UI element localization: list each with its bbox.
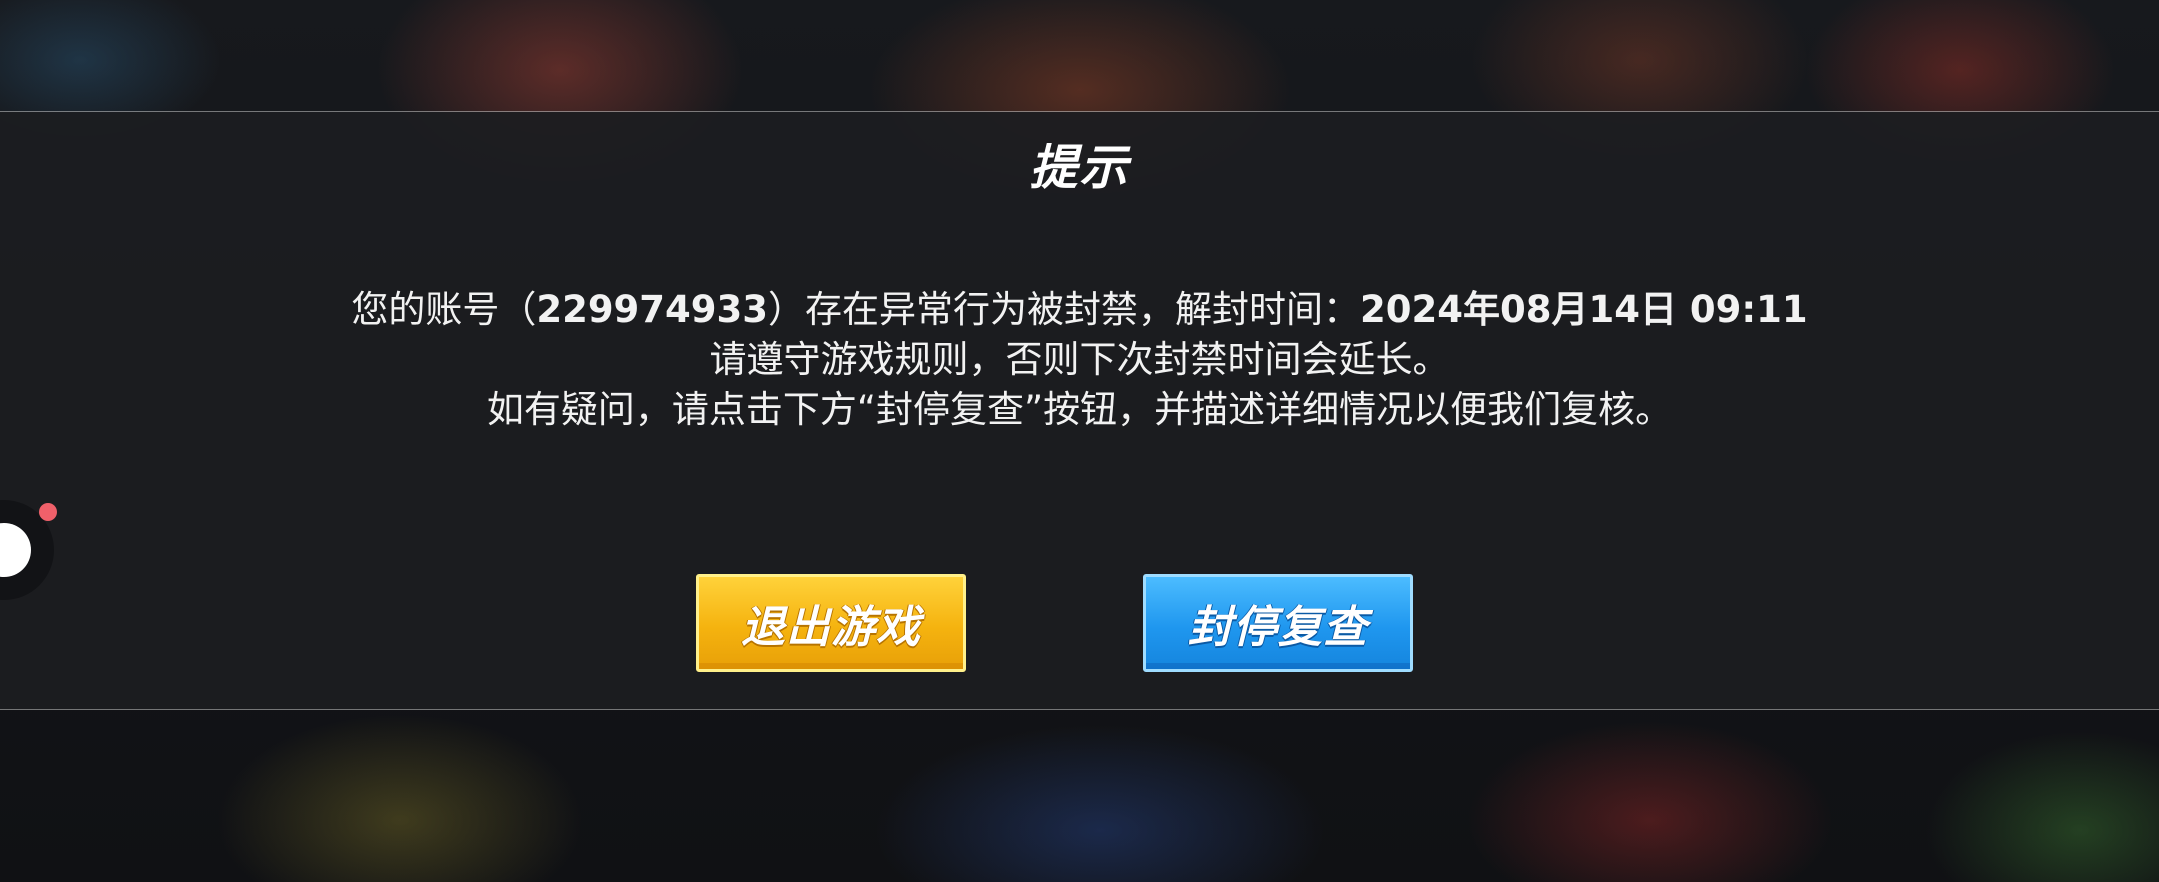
floating-ball-core xyxy=(0,523,31,577)
message-middle: ）存在异常行为被封禁，解封时间： xyxy=(768,288,1361,331)
ban-message: 您的账号（229974933）存在异常行为被封禁，解封时间：2024年08月14… xyxy=(0,285,2159,435)
unban-time: 2024年08月14日 09:11 xyxy=(1360,288,1808,331)
dialog-bottom-border xyxy=(0,709,2159,710)
ban-appeal-label: 封停复查 xyxy=(1188,602,1368,653)
ban-message-line-1: 您的账号（229974933）存在异常行为被封禁，解封时间：2024年08月14… xyxy=(0,285,2159,335)
message-prefix: 您的账号（ xyxy=(351,288,537,331)
exit-game-label: 退出游戏 xyxy=(741,602,921,653)
ban-message-line-2: 请遵守游戏规则，否则下次封禁时间会延长。 xyxy=(709,338,1450,381)
exit-game-button[interactable]: 退出游戏 xyxy=(696,574,966,672)
dialog-title: 提示 xyxy=(1029,140,1130,196)
game-screen: 提示 您的账号（229974933）存在异常行为被封禁，解封时间：2024年08… xyxy=(0,0,2159,882)
account-id: 229974933 xyxy=(536,288,769,331)
notification-badge-icon xyxy=(39,503,57,521)
ban-appeal-button[interactable]: 封停复查 xyxy=(1143,574,1413,672)
ban-message-line-3: 如有疑问，请点击下方“封停复查”按钮，并描述详细情况以便我们复核。 xyxy=(486,388,1673,431)
